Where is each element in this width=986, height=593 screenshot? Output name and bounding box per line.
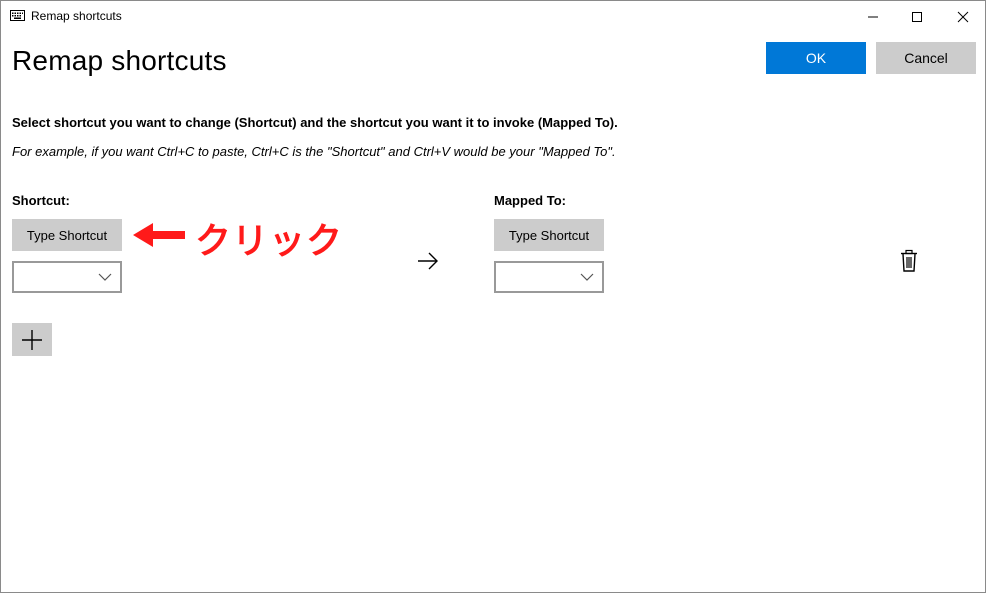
annotation-arrow-left-icon <box>133 223 185 247</box>
chevron-down-icon <box>98 273 112 281</box>
close-button[interactable] <box>940 1 986 32</box>
example-text: For example, if you want Ctrl+C to paste… <box>12 144 616 159</box>
instruction-text: Select shortcut you want to change (Shor… <box>12 115 618 130</box>
title-bar: Remap shortcuts <box>1 1 985 32</box>
annotation-click-label: クリック <box>195 221 344 262</box>
shortcut-key-dropdown[interactable] <box>12 261 122 293</box>
close-icon <box>957 11 969 22</box>
minimize-icon <box>868 16 878 17</box>
add-shortcut-button[interactable] <box>12 323 52 356</box>
ok-button[interactable]: OK <box>766 42 866 74</box>
keyboard-icon <box>10 10 25 21</box>
minimize-button[interactable] <box>850 1 896 32</box>
chevron-down-icon <box>580 273 594 281</box>
maximize-button[interactable] <box>894 1 940 32</box>
maximize-icon <box>912 11 922 22</box>
mapped-key-dropdown[interactable] <box>494 261 604 293</box>
type-shortcut-button[interactable]: Type Shortcut <box>12 219 122 251</box>
shortcut-label: Shortcut: <box>12 193 70 208</box>
delete-icon[interactable] <box>899 249 919 273</box>
type-mapped-shortcut-button[interactable]: Type Shortcut <box>494 219 604 251</box>
arrow-right-icon <box>418 252 438 270</box>
window-title: Remap shortcuts <box>31 9 122 23</box>
page-title: Remap shortcuts <box>12 45 227 76</box>
remap-shortcuts-window: Remap shortcuts Remap shortcuts OK Cance… <box>0 0 986 593</box>
mapped-to-label: Mapped To: <box>494 193 566 208</box>
plus-icon <box>22 329 42 350</box>
cancel-button[interactable]: Cancel <box>876 42 976 74</box>
